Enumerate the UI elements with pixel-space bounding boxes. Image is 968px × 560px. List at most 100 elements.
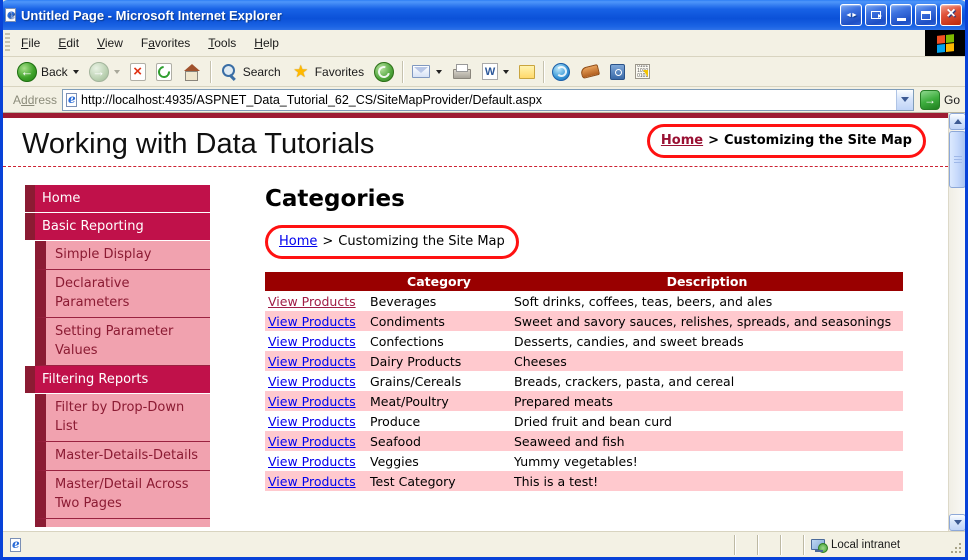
categories-table: Category Description View Products Beverage… xyxy=(265,272,903,491)
statusbar: Local intranet xyxy=(3,531,965,557)
search-button[interactable]: Search xyxy=(214,60,286,84)
local-intranet-icon xyxy=(811,539,828,553)
breadcrumb-home-link[interactable]: Home xyxy=(661,133,703,148)
scrollbar-thumb[interactable] xyxy=(949,131,965,188)
messenger-icon xyxy=(552,62,571,81)
sidebar-item-filtering-reports[interactable]: Filtering Reports xyxy=(25,366,210,393)
discuss-button[interactable] xyxy=(514,63,540,81)
table-row: View Products Seafood Seaweed and fish xyxy=(265,431,903,451)
breadcrumb-current: Customizing the Site Map xyxy=(724,133,912,148)
table-row: View Products Test Category This is a test… xyxy=(265,471,903,491)
minimize-button[interactable] xyxy=(890,4,912,26)
scroll-down-button[interactable] xyxy=(949,514,965,531)
resize-grip[interactable] xyxy=(949,535,963,555)
table-row: View Products Produce Dried fruit and bean… xyxy=(265,411,903,431)
edit-word-icon xyxy=(482,63,499,80)
scroll-up-button[interactable] xyxy=(949,113,965,130)
full-screen-toggle-button[interactable]: ◄► xyxy=(840,4,862,26)
favorites-button[interactable]: Favorites xyxy=(286,60,369,84)
category-cell: Condiments xyxy=(370,313,445,329)
binary-addon-button[interactable] xyxy=(630,62,655,81)
mail-button[interactable] xyxy=(406,60,447,84)
breadcrumb-home-link[interactable]: Home xyxy=(279,234,317,249)
toolbar: Back Search Favorites xyxy=(3,57,965,87)
menu-file[interactable]: File xyxy=(12,32,49,54)
view-products-cell: View Products xyxy=(265,371,367,391)
view-products-link[interactable]: View Products xyxy=(268,474,356,489)
research-button[interactable] xyxy=(605,62,630,82)
site-header: Working with Data Tutorials Home > Custo… xyxy=(3,118,948,167)
print-button[interactable] xyxy=(447,60,477,84)
view-products-cell: View Products xyxy=(265,331,367,351)
category-cell: Test Category xyxy=(370,473,456,489)
view-products-link[interactable]: View Products xyxy=(268,454,356,469)
menu-edit[interactable]: Edit xyxy=(49,32,88,54)
stop-button[interactable] xyxy=(125,61,151,83)
main-breadcrumb-annotation: Home > Customizing the Site Map xyxy=(265,225,519,259)
breadcrumb-separator: > xyxy=(322,234,334,249)
home-button[interactable] xyxy=(177,60,207,84)
addon-button[interactable] xyxy=(575,60,605,84)
forward-button xyxy=(84,60,125,84)
messenger-button[interactable] xyxy=(547,61,575,83)
back-button[interactable]: Back xyxy=(12,60,84,84)
category-cell: Dairy Products xyxy=(370,353,462,369)
windows-flag-icon xyxy=(936,33,954,53)
sidebar-item-setting-parameter-values[interactable]: Setting Parameter Values xyxy=(35,318,210,366)
view-products-link[interactable]: View Products xyxy=(268,394,356,409)
edit-word-button[interactable] xyxy=(477,61,514,82)
view-products-link[interactable]: View Products xyxy=(268,374,356,389)
chevron-down-icon xyxy=(113,69,120,74)
view-products-cell: View Products xyxy=(265,411,367,431)
go-label: Go xyxy=(943,92,960,107)
view-products-link[interactable]: View Products xyxy=(268,314,356,329)
description-cell: Seaweed and fish xyxy=(514,433,625,449)
categories-heading: Categories xyxy=(265,186,405,212)
table-row: View Products Dairy Products Cheeses xyxy=(265,351,903,371)
detach-window-button[interactable] xyxy=(865,4,887,26)
view-products-link[interactable]: View Products xyxy=(268,334,356,349)
close-button[interactable]: × xyxy=(940,4,962,26)
view-products-link[interactable]: View Products xyxy=(268,414,356,429)
address-dropdown-button[interactable] xyxy=(895,89,913,110)
sidebar-item-master-details-details[interactable]: Master-Details-Details xyxy=(35,442,210,471)
breadcrumb-current: Customizing the Site Map xyxy=(338,234,505,249)
vertical-scrollbar[interactable] xyxy=(948,113,965,531)
print-icon xyxy=(452,62,472,82)
address-url[interactable]: http://localhost:4935/ASPNET_Data_Tutori… xyxy=(81,93,896,107)
menu-help[interactable]: Help xyxy=(245,32,288,54)
view-products-link[interactable]: View Products xyxy=(268,294,356,309)
view-products-cell: View Products xyxy=(265,311,367,331)
sidebar-item-master-detail-across-two-pages[interactable]: Master/Detail Across Two Pages xyxy=(35,471,210,519)
description-cell: Yummy vegetables! xyxy=(514,453,638,469)
table-row: View Products Confections Desserts, candie… xyxy=(265,331,903,351)
sidebar-item-basic-reporting[interactable]: Basic Reporting xyxy=(25,213,210,240)
view-products-link[interactable]: View Products xyxy=(268,434,356,449)
status-page-pane xyxy=(5,535,734,555)
addon-icon xyxy=(580,62,600,82)
titlebar[interactable]: Untitled Page - Microsoft Internet Explo… xyxy=(3,0,965,30)
sidebar-item-partial[interactable] xyxy=(35,519,210,527)
maximize-button[interactable] xyxy=(915,4,937,26)
menubar-grip[interactable] xyxy=(5,33,10,53)
home-icon xyxy=(182,62,202,82)
refresh-button[interactable] xyxy=(151,61,177,83)
refresh-icon xyxy=(155,62,172,81)
address-combobox[interactable]: http://localhost:4935/ASPNET_Data_Tutori… xyxy=(62,88,914,111)
sidebar-menu: Home Basic Reporting Simple Display Declara… xyxy=(25,185,210,527)
description-cell: Prepared meats xyxy=(514,393,613,409)
column-header-category: Category xyxy=(367,272,511,291)
sidebar-item-declarative-parameters[interactable]: Declarative Parameters xyxy=(35,270,210,318)
history-button[interactable] xyxy=(369,60,399,84)
chevron-up-icon xyxy=(953,119,962,124)
sidebar-item-filter-by-drop-down-list[interactable]: Filter by Drop-Down List xyxy=(35,394,210,442)
view-products-link[interactable]: View Products xyxy=(268,354,356,369)
minimize-icon xyxy=(896,18,906,21)
go-button[interactable]: → Go xyxy=(919,89,960,110)
sidebar-item-simple-display[interactable]: Simple Display xyxy=(35,241,210,270)
security-zone-pane: Local intranet xyxy=(803,534,949,555)
sidebar-item-home[interactable]: Home xyxy=(25,185,210,212)
menu-tools[interactable]: Tools xyxy=(199,32,245,54)
menu-favorites[interactable]: Favorites xyxy=(132,32,199,54)
menu-view[interactable]: View xyxy=(88,32,132,54)
